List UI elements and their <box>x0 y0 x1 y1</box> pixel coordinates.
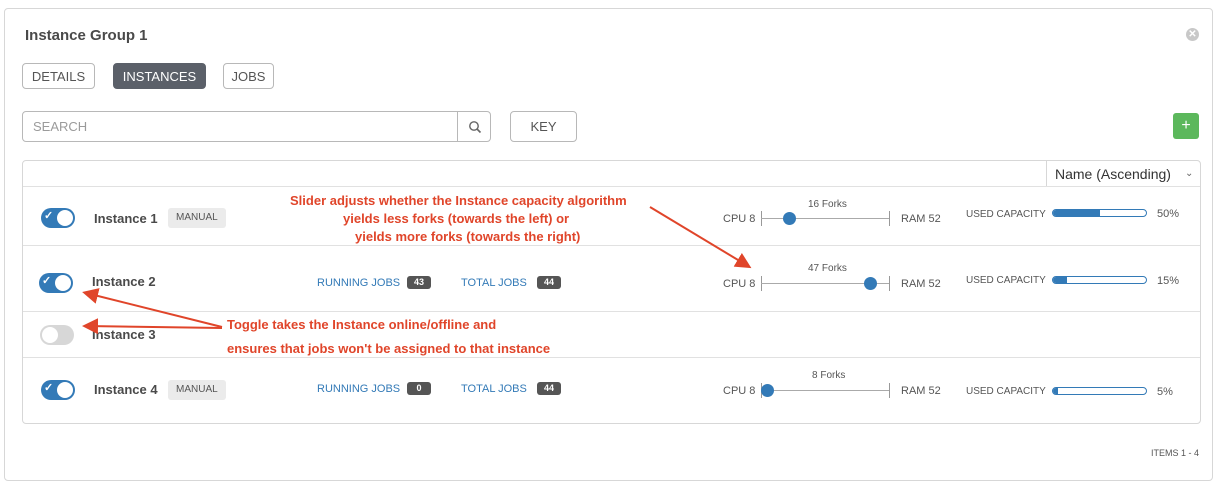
slider-arrow <box>649 206 752 269</box>
toggle-arrow-up <box>82 288 223 328</box>
annotation-arrows <box>82 206 752 335</box>
items-count: ITEMS 1 - 4 <box>1151 448 1200 458</box>
toggle-arrow-side <box>82 318 223 335</box>
